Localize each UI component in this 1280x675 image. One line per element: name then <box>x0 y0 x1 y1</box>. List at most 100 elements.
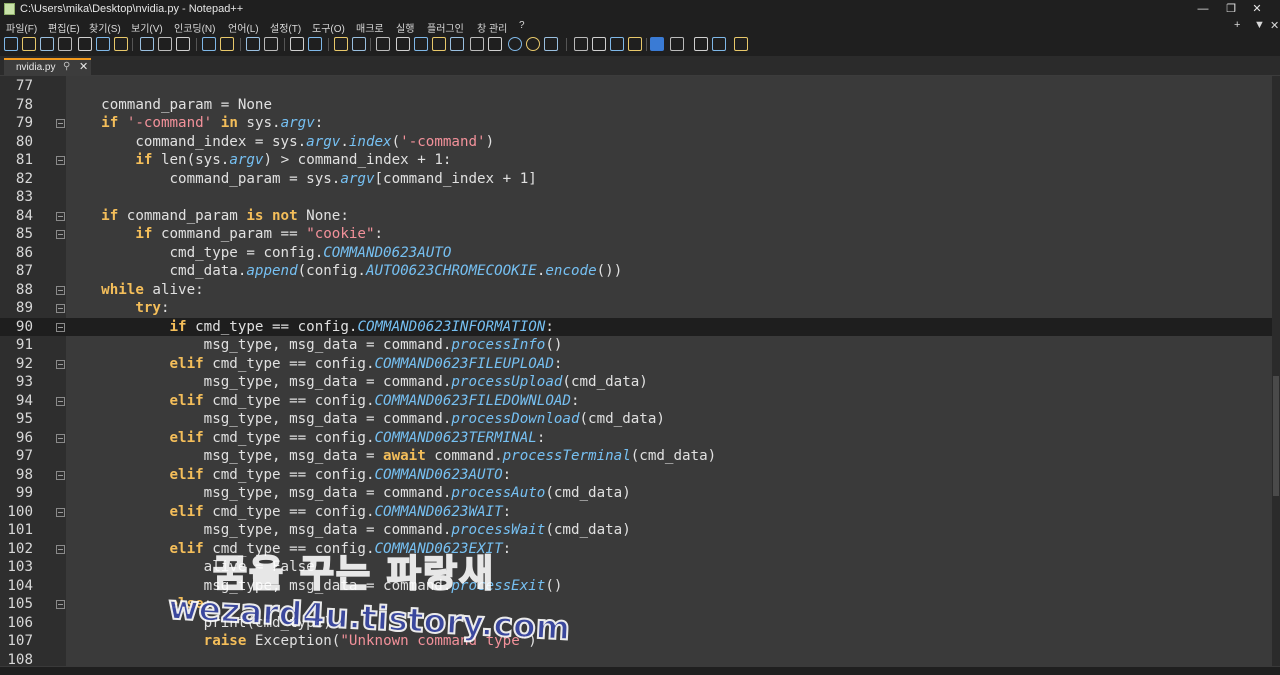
paste-icon[interactable] <box>176 37 190 51</box>
code-line[interactable]: 92 elif cmd_type == config.COMMAND0623FI… <box>0 355 1272 374</box>
zoom-out-icon[interactable] <box>308 37 322 51</box>
fold-toggle-icon[interactable] <box>56 119 65 128</box>
fold-toggle-icon[interactable] <box>56 304 65 313</box>
zoom-in-icon[interactable] <box>290 37 304 51</box>
monitor-icon[interactable] <box>488 37 502 51</box>
fold-toggle-icon[interactable] <box>56 211 65 221</box>
code-line[interactable]: 94 elif cmd_type == config.COMMAND0623FI… <box>0 392 1272 411</box>
plugin-b-icon[interactable] <box>628 37 642 51</box>
code-line[interactable]: 90 if cmd_type == config.COMMAND0623INFO… <box>0 317 1272 336</box>
code-line[interactable]: 79 if '-command' in sys.argv: <box>0 114 1272 133</box>
fold-toggle-icon[interactable] <box>56 396 65 406</box>
replace-icon[interactable] <box>264 37 278 51</box>
code-line[interactable]: 91 msg_type, msg_data = command.processI… <box>0 336 1272 355</box>
plugin-d-icon[interactable] <box>694 37 708 51</box>
close-document-button[interactable]: ✕ <box>1270 19 1279 32</box>
code-line[interactable]: 96 elif cmd_type == config.COMMAND0623TE… <box>0 429 1272 448</box>
fold-toggle-icon[interactable] <box>56 322 65 332</box>
code-line[interactable]: 93 msg_type, msg_data = command.processU… <box>0 373 1272 392</box>
print-icon[interactable] <box>114 37 128 51</box>
pin-icon[interactable]: ⚲ <box>63 61 70 72</box>
menu-help[interactable]: ? <box>519 20 525 31</box>
folder-workspace-icon[interactable] <box>470 37 484 51</box>
code-line[interactable]: 106 print(cmd_type) <box>0 614 1272 633</box>
code-line[interactable]: 103 alive = False <box>0 558 1272 577</box>
code-line[interactable]: 86 cmd_type = config.COMMAND0623AUTO <box>0 244 1272 263</box>
code-line[interactable]: 83 <box>0 188 1272 207</box>
code-line[interactable]: 88 while alive: <box>0 281 1272 300</box>
code-line[interactable]: 107 raise Exception("Unknown command typ… <box>0 632 1272 651</box>
new-file-icon[interactable] <box>4 37 18 51</box>
code-line[interactable]: 78 command_param = None <box>0 96 1272 115</box>
tab-close-icon[interactable]: ✕ <box>79 60 88 73</box>
menu-edit[interactable]: 편집(E) <box>48 20 80 35</box>
plugin-f-icon[interactable] <box>734 37 748 51</box>
code-line[interactable]: 100 elif cmd_type == config.COMMAND0623W… <box>0 503 1272 522</box>
menu-macro[interactable]: 매크로 <box>356 20 384 35</box>
undo-icon[interactable] <box>202 37 216 51</box>
plugin-e-icon[interactable] <box>712 37 726 51</box>
fold-toggle-icon[interactable] <box>56 359 65 369</box>
code-line[interactable]: 81 if len(sys.argv) > command_index + 1: <box>0 151 1272 170</box>
doc-map-icon[interactable] <box>432 37 446 51</box>
code-line[interactable]: 82 command_param = sys.argv[command_inde… <box>0 170 1272 189</box>
fold-toggle-icon[interactable] <box>56 600 65 609</box>
fold-toggle-icon[interactable] <box>56 544 65 554</box>
code-line[interactable]: 105 else: <box>0 595 1272 614</box>
record-macro-icon[interactable] <box>508 37 522 51</box>
menu-encoding[interactable]: 인코딩(N) <box>174 20 215 35</box>
fold-toggle-icon[interactable] <box>56 230 65 239</box>
code-line[interactable]: 99 msg_type, msg_data = command.processA… <box>0 484 1272 503</box>
menu-run[interactable]: 실행 <box>396 20 414 35</box>
menu-plugins[interactable]: 플러그인 <box>427 20 464 35</box>
menu-file[interactable]: 파일(F) <box>6 20 37 35</box>
tab-list-dropdown-button[interactable]: ▼ <box>1254 19 1265 31</box>
vertical-scrollbar[interactable] <box>1272 76 1280 666</box>
window-close-button[interactable]: ✕ <box>1234 0 1280 18</box>
tab-nvidia-py[interactable]: nvidia.py ⚲ ✕ <box>4 58 91 76</box>
save-all-icon[interactable] <box>58 37 72 51</box>
sync-v-icon[interactable] <box>334 37 348 51</box>
code-line[interactable]: 80 command_index = sys.argv.index('-comm… <box>0 133 1272 152</box>
menu-window[interactable]: 창 관리 <box>477 20 507 35</box>
code-editor[interactable]: 77 78 command_param = None 79 if '-command… <box>0 76 1280 666</box>
menu-search[interactable]: 찾기(S) <box>89 20 121 35</box>
code-line[interactable]: 97 msg_type, msg_data = await command.pr… <box>0 447 1272 466</box>
show-all-chars-icon[interactable] <box>396 37 410 51</box>
word-wrap-icon[interactable] <box>376 37 390 51</box>
menu-settings[interactable]: 설정(T) <box>270 20 301 35</box>
play-macro-icon[interactable] <box>544 37 558 51</box>
code-line[interactable]: 89 try: <box>0 299 1272 318</box>
code-line[interactable]: 84 if command_param is not None: <box>0 207 1272 226</box>
menu-language[interactable]: 언어(L) <box>228 20 259 35</box>
scrollbar-thumb[interactable] <box>1273 376 1279 496</box>
code-line[interactable]: 77 <box>0 77 1272 96</box>
run-macro-icon[interactable] <box>574 37 588 51</box>
new-tab-plus-button[interactable]: + <box>1234 19 1240 31</box>
fold-toggle-icon[interactable] <box>56 470 65 480</box>
code-line[interactable]: 104 msg_type, msg_data = command.process… <box>0 577 1272 596</box>
indent-guide-icon[interactable] <box>414 37 428 51</box>
fold-toggle-icon[interactable] <box>56 433 65 443</box>
find-icon[interactable] <box>246 37 260 51</box>
fold-toggle-icon[interactable] <box>56 507 65 517</box>
fold-toggle-icon[interactable] <box>56 285 65 295</box>
plugin-a-icon[interactable] <box>610 37 624 51</box>
code-line[interactable]: 108 <box>0 651 1272 667</box>
menu-view[interactable]: 보기(V) <box>131 20 163 35</box>
close-all-icon[interactable] <box>96 37 110 51</box>
code-line[interactable]: 87 cmd_data.append(config.AUTO0623CHROME… <box>0 262 1272 281</box>
code-line[interactable]: 101 msg_type, msg_data = command.process… <box>0 521 1272 540</box>
open-file-icon[interactable] <box>22 37 36 51</box>
js-icon[interactable] <box>650 37 664 51</box>
cut-icon[interactable] <box>140 37 154 51</box>
stop-macro-icon[interactable] <box>526 37 540 51</box>
sync-h-icon[interactable] <box>352 37 366 51</box>
code-line[interactable]: 102 elif cmd_type == config.COMMAND0623E… <box>0 540 1272 559</box>
code-line[interactable]: 85 if command_param == "cookie": <box>0 225 1272 244</box>
code-line[interactable]: 98 elif cmd_type == config.COMMAND0623AU… <box>0 466 1272 485</box>
code-line[interactable]: 95 msg_type, msg_data = command.processD… <box>0 410 1272 429</box>
menu-tools[interactable]: 도구(O) <box>312 20 345 35</box>
redo-icon[interactable] <box>220 37 234 51</box>
copy-icon[interactable] <box>158 37 172 51</box>
